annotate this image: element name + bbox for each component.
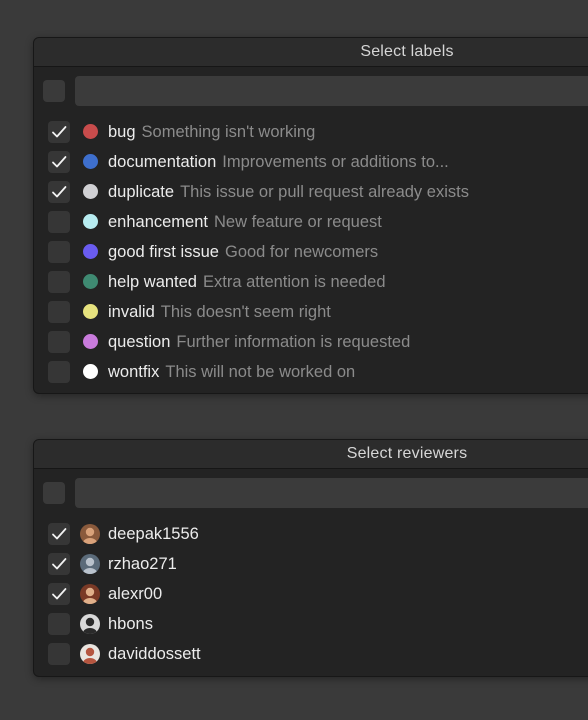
label-text: duplicate This issue or pull request alre… [108,177,469,207]
labels-filter-row [34,67,588,117]
label-description: Improvements or additions to... [222,153,449,171]
reviewers-dialog: Select reviewers deepak1556 rzhao271 alexr… [33,439,588,677]
label-name: wontfix [108,363,160,381]
checkmark-icon [52,588,67,600]
label-checkbox[interactable] [48,151,70,173]
reviewers-dialog-title: Select reviewers [346,445,468,462]
checkmark-icon [52,186,67,198]
label-checkbox[interactable] [48,211,70,233]
label-color-dot [83,274,98,289]
label-option[interactable]: bug Something isn't working [34,117,588,147]
label-color-dot [83,334,98,349]
label-text: documentation Improvements or additions t… [108,147,449,177]
user-avatar-icon [80,554,100,574]
labels-dialog-header: Select labels [34,38,588,67]
reviewer-name: hbons [108,615,153,633]
user-avatar-icon [80,584,100,604]
label-name: enhancement [108,213,208,231]
label-option[interactable]: duplicate This issue or pull request alre… [34,177,588,207]
label-name: question [108,333,171,351]
label-option[interactable]: documentation Improvements or additions t… [34,147,588,177]
label-text: bug Something isn't working [108,117,315,147]
reviewer-option[interactable]: daviddossett [34,639,588,669]
reviewers-filter-row [34,469,588,519]
label-color-dot [83,154,98,169]
user-avatar-icon [80,614,100,634]
reviewer-checkbox[interactable] [48,523,70,545]
label-checkbox[interactable] [48,271,70,293]
reviewer-text: hbons [108,609,153,639]
label-option[interactable]: good first issue Good for newcomers [34,237,588,267]
checkmark-icon [52,156,67,168]
label-checkbox[interactable] [48,241,70,263]
label-text: invalid This doesn't seem right [108,297,331,327]
label-description: This issue or pull request already exist… [180,183,469,201]
select-all-reviewers-checkbox[interactable] [43,482,65,504]
labels-dialog-title: Select labels [360,43,454,60]
label-description: Something isn't working [141,123,316,141]
label-checkbox[interactable] [48,301,70,323]
reviewer-text: rzhao271 [108,549,177,579]
label-description: Further information is requested [176,333,411,351]
reviewers-list: deepak1556 rzhao271 alexr00 hbons daviddosse… [34,519,588,669]
reviewer-text: daviddossett [108,639,201,669]
label-color-dot [83,184,98,199]
label-option[interactable]: wontfix This will not be worked on [34,357,588,387]
label-option[interactable]: invalid This doesn't seem right [34,297,588,327]
label-color-dot [83,364,98,379]
label-option[interactable]: enhancement New feature or request [34,207,588,237]
label-description: Extra attention is needed [203,273,386,291]
label-description: This doesn't seem right [160,303,331,321]
reviewers-dialog-header: Select reviewers [34,440,588,469]
label-description: This will not be worked on [165,363,356,381]
user-avatar-icon [80,644,100,664]
label-option[interactable]: help wanted Extra attention is needed [34,267,588,297]
label-name: documentation [108,153,217,171]
checkmark-icon [52,528,67,540]
reviewer-name: deepak1556 [108,525,199,543]
label-checkbox[interactable] [48,361,70,383]
label-text: help wanted Extra attention is needed [108,267,386,297]
label-name: bug [108,123,136,141]
label-color-dot [83,124,98,139]
reviewer-checkbox[interactable] [48,643,70,665]
reviewer-option[interactable]: rzhao271 [34,549,588,579]
checkmark-icon [52,558,67,570]
label-text: enhancement New feature or request [108,207,382,237]
reviewer-text: deepak1556 [108,519,199,549]
label-checkbox[interactable] [48,121,70,143]
label-checkbox[interactable] [48,181,70,203]
reviewer-text: alexr00 [108,579,162,609]
reviewer-name: rzhao271 [108,555,177,573]
labels-list: bug Something isn't working documentation I… [34,117,588,387]
label-description: Good for newcomers [224,243,379,261]
reviewer-checkbox[interactable] [48,553,70,575]
labels-dialog: Select labels bug Something isn't working… [33,37,588,394]
reviewers-filter-input[interactable] [75,478,588,508]
label-text: good first issue Good for newcomers [108,237,378,267]
reviewer-checkbox[interactable] [48,583,70,605]
label-name: help wanted [108,273,197,291]
label-color-dot [83,304,98,319]
label-name: invalid [108,303,155,321]
reviewer-name: alexr00 [108,585,163,603]
reviewer-option[interactable]: deepak1556 [34,519,588,549]
label-text: wontfix This will not be worked on [108,357,355,387]
labels-filter-input[interactable] [75,76,588,106]
checkmark-icon [52,126,67,138]
label-name: duplicate [108,183,175,201]
label-checkbox[interactable] [48,331,70,353]
label-text: question Further information is requested [108,327,410,357]
reviewer-checkbox[interactable] [48,613,70,635]
label-color-dot [83,244,98,259]
label-description: New feature or request [214,213,382,231]
reviewer-name: daviddossett [108,645,201,663]
select-all-labels-checkbox[interactable] [43,80,65,102]
reviewer-option[interactable]: alexr00 [34,579,588,609]
reviewer-option[interactable]: hbons [34,609,588,639]
label-option[interactable]: question Further information is requested [34,327,588,357]
label-color-dot [83,214,98,229]
label-name: good first issue [108,243,219,261]
user-avatar-icon [80,524,100,544]
